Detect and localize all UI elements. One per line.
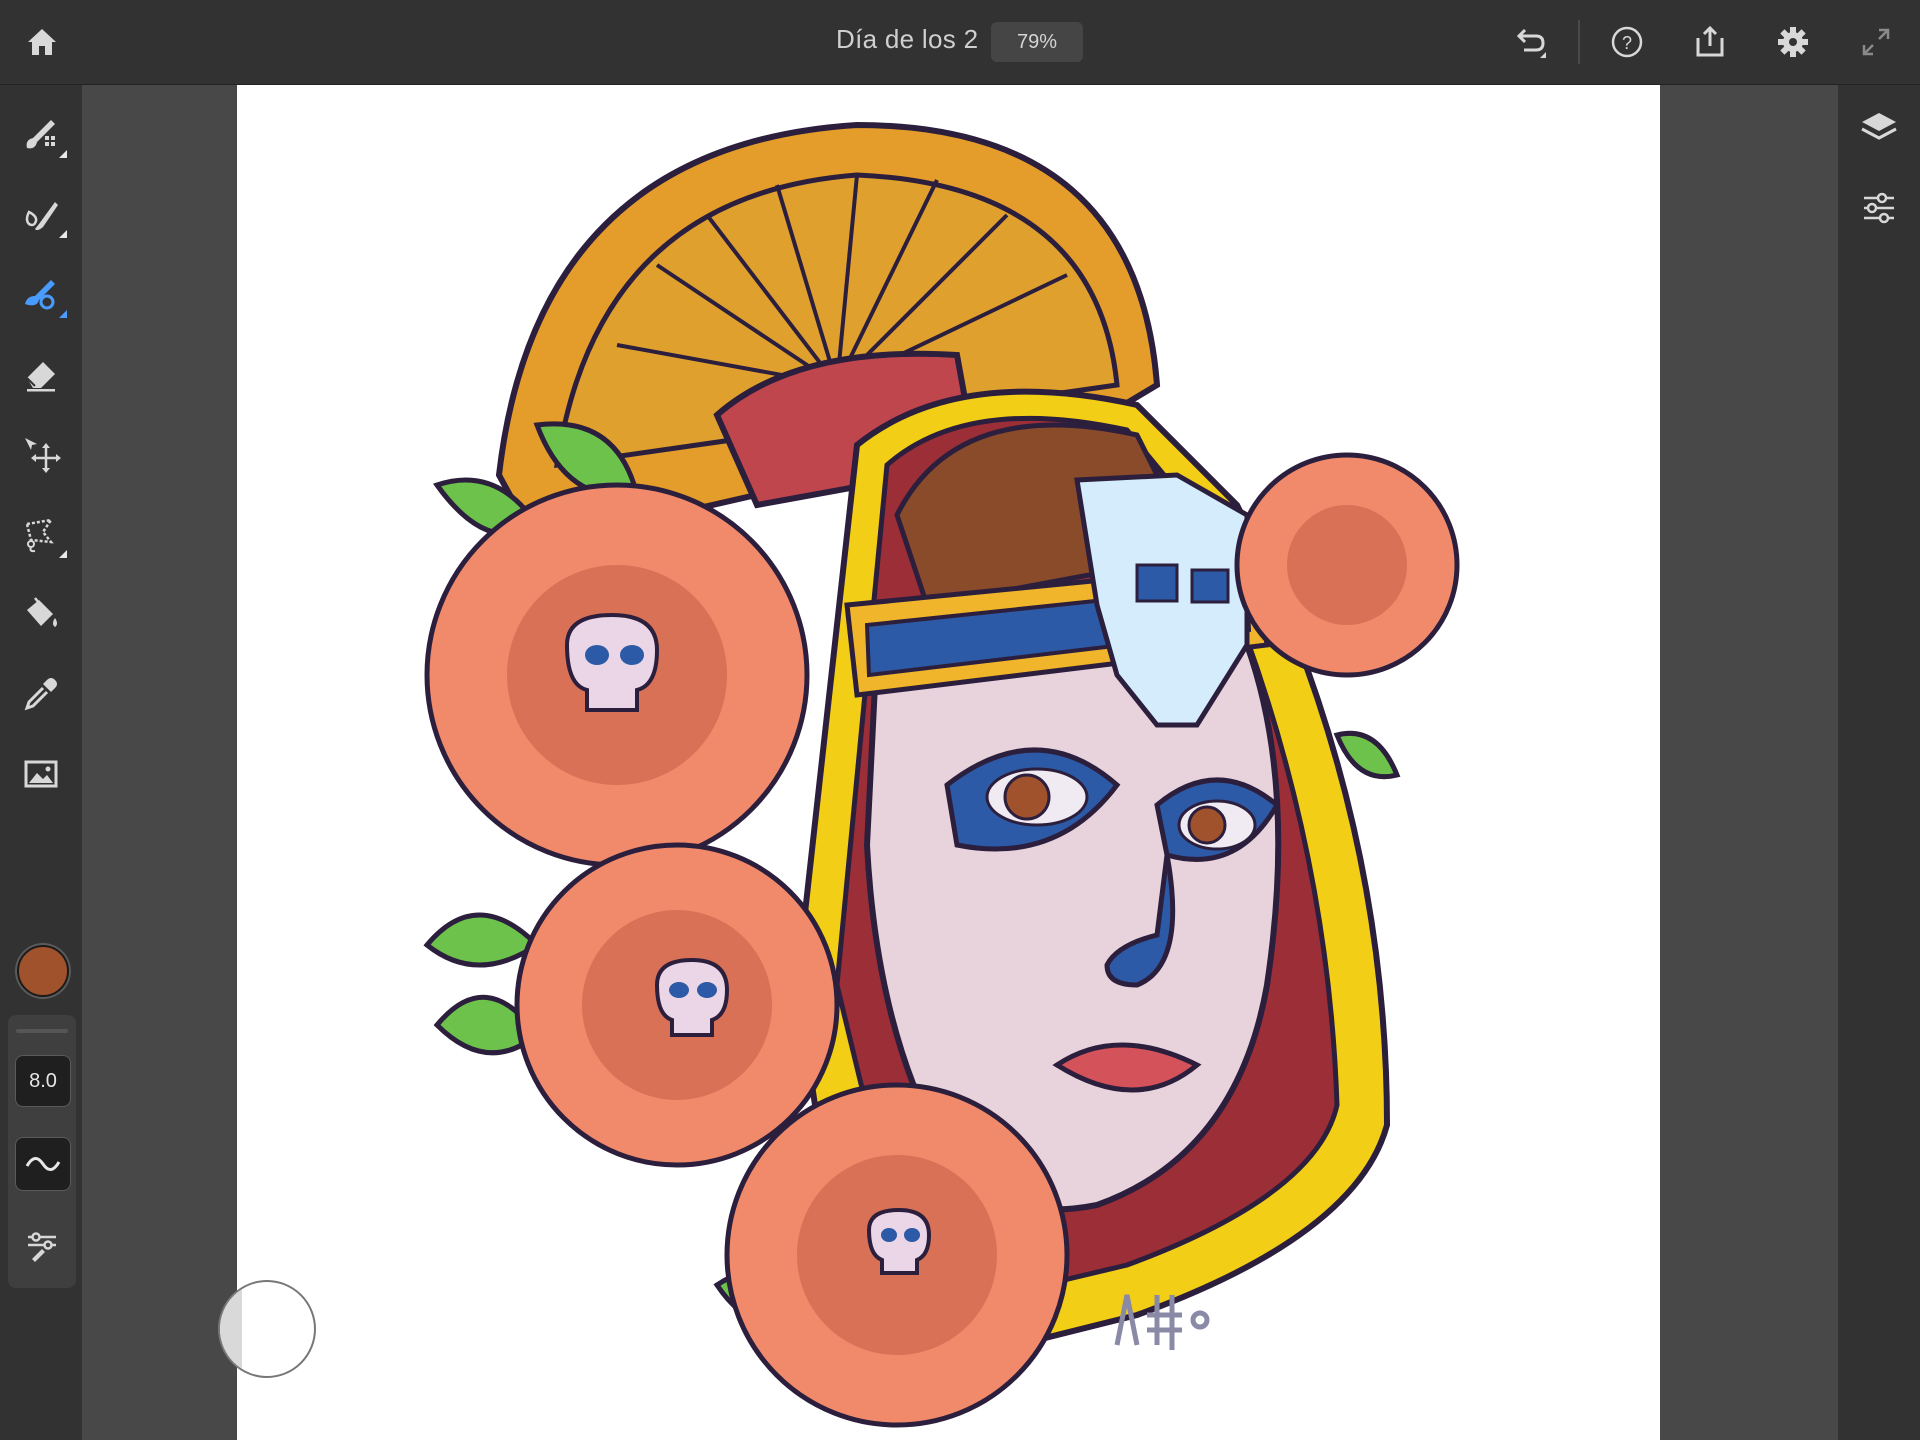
help-icon: ? [1611,26,1643,58]
eraser-tool[interactable] [17,350,65,398]
artwork [423,121,1460,1428]
layers-button[interactable] [1855,104,1903,152]
fullscreen-icon [1862,28,1890,56]
live-brush-icon [25,202,58,231]
image-import-tool[interactable] [17,750,65,798]
lasso-select-icon [25,518,54,553]
fullscreen-button[interactable] [1852,18,1900,66]
share-icon [1696,25,1724,57]
eraser-icon [26,362,55,392]
submenu-indicator [59,150,67,158]
share-button[interactable] [1686,18,1734,66]
lasso-select-tool[interactable] [17,510,67,558]
toolbar-divider [1578,20,1580,64]
tool-sidebar: 8.0 [0,85,82,1440]
brush-options-panel: 8.0 [8,1015,76,1288]
fill-tool[interactable] [17,590,65,638]
help-button[interactable]: ? [1603,18,1651,66]
brush-size-input[interactable]: 8.0 [15,1055,71,1107]
undo-icon [1516,28,1546,58]
layer-properties-button[interactable] [1855,184,1903,232]
touch-modifier-secondary [220,1282,242,1376]
fill-bucket-icon [27,597,57,627]
brush-type-button[interactable] [15,1137,71,1191]
image-import-icon [24,760,58,788]
undo-button[interactable] [1506,18,1554,66]
home-button[interactable] [18,18,66,66]
brush-settings-button[interactable] [18,1221,66,1269]
svg-text:?: ? [1622,33,1632,53]
submenu-indicator [59,550,67,558]
top-toolbar: Día de los 2 79% ? [0,0,1920,85]
pixel-brush-icon [26,120,55,149]
zoom-level[interactable]: 79% [991,22,1083,62]
touch-modifier-button[interactable] [218,1280,316,1378]
eyedropper-tool[interactable] [17,670,65,718]
settings-button[interactable] [1769,18,1817,66]
home-icon [28,29,56,55]
move-transform-icon [25,438,61,473]
eyedropper-icon [24,678,57,711]
live-brush-tool[interactable] [17,190,67,238]
right-sidebar [1838,85,1920,1440]
panel-grip[interactable] [16,1029,68,1033]
document-title[interactable]: Día de los 2 [836,24,978,55]
brush-settings-icon [28,1232,56,1262]
pixel-brush-tool[interactable] [17,110,67,158]
color-swatch[interactable] [17,945,69,997]
submenu-indicator [59,230,67,238]
stroke-wave-icon [25,1157,61,1171]
vector-brush-icon [25,280,55,310]
layer-properties-icon [1864,192,1894,224]
move-transform-tool[interactable] [17,430,65,478]
layers-icon [1861,113,1897,140]
drawing-canvas[interactable] [237,85,1660,1440]
settings-icon [1778,27,1808,57]
vector-brush-tool[interactable] [17,270,67,318]
submenu-indicator [59,310,67,318]
